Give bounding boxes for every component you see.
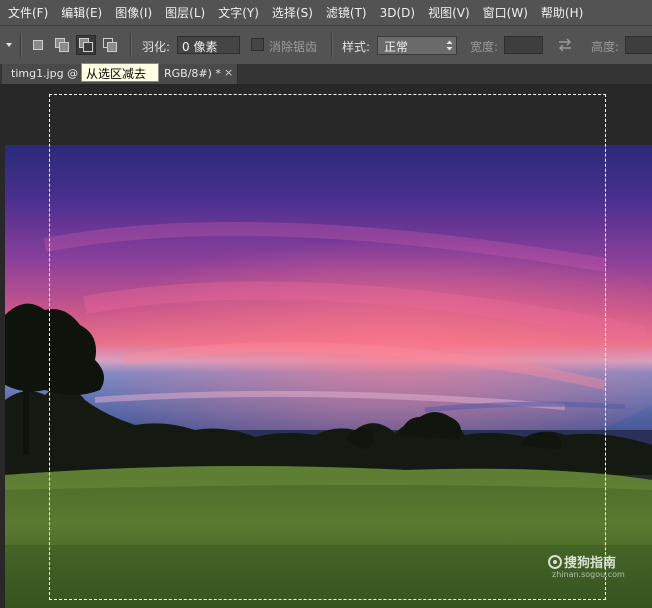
menu-item-5[interactable]: 选择(S)	[266, 4, 319, 21]
menu-bar: 文件(F) 编辑(E) 图像(I) 图层(L) 文字(Y) 选择(S) 滤镜(T) 3D(D)…	[0, 0, 652, 25]
chevron-down-icon[interactable]	[4, 39, 14, 51]
swap-arrows-icon[interactable]	[557, 38, 573, 52]
options-bar: 羽化: 0 像素 消除锯齿 样式: 正常 宽度: 高度:	[0, 25, 652, 65]
menu-item-3[interactable]: 图层(L)	[159, 4, 211, 21]
feather-input[interactable]: 0 像素	[177, 36, 240, 54]
add-to-selection-button[interactable]	[52, 35, 72, 55]
new-selection-button[interactable]	[28, 35, 48, 55]
watermark: 搜狗指南 zhinan.sogou.com	[548, 552, 625, 579]
menu-item-7[interactable]: 3D(D)	[374, 6, 421, 20]
menu-item-10[interactable]: 帮助(H)	[535, 4, 589, 21]
tooltip: 从选区减去	[81, 63, 159, 82]
feather-label: 羽化:	[142, 40, 171, 54]
style-select[interactable]: 正常	[377, 36, 457, 55]
canvas-area[interactable]	[0, 84, 652, 608]
divider	[130, 33, 132, 57]
tab-title-left: timg1.jpg @	[11, 67, 79, 80]
menu-item-2[interactable]: 图像(I)	[109, 4, 158, 21]
divider	[20, 33, 22, 57]
height-label: 高度:	[591, 40, 620, 54]
subtract-from-selection-button[interactable]	[76, 35, 96, 55]
menu-item-9[interactable]: 窗口(W)	[477, 4, 534, 21]
menu-item-6[interactable]: 滤镜(T)	[320, 4, 373, 21]
menu-item-0[interactable]: 文件(F)	[2, 4, 54, 21]
select-arrows-icon	[446, 40, 453, 51]
menu-item-1[interactable]: 编辑(E)	[55, 4, 108, 21]
watermark-text: 搜狗指南	[564, 556, 617, 571]
antialias-checkbox[interactable]	[251, 38, 264, 51]
antialias-label: 消除锯齿	[269, 40, 318, 54]
canvas-image[interactable]	[5, 145, 652, 608]
width-input[interactable]	[504, 36, 543, 54]
watermark-url: zhinan.sogou.com	[552, 570, 625, 579]
sogou-logo-icon	[548, 555, 562, 569]
style-label: 样式:	[342, 40, 371, 54]
divider	[331, 33, 333, 57]
width-label: 宽度:	[470, 40, 499, 54]
close-icon[interactable]: ×	[224, 66, 233, 79]
tab-title-right: RGB/8#) *	[164, 67, 221, 80]
style-select-value: 正常	[384, 40, 409, 54]
intersect-selection-button[interactable]	[100, 35, 120, 55]
menu-item-4[interactable]: 文字(Y)	[212, 4, 265, 21]
landscape-photo	[5, 145, 652, 608]
menu-item-8[interactable]: 视图(V)	[422, 4, 476, 21]
height-input[interactable]	[625, 36, 652, 54]
